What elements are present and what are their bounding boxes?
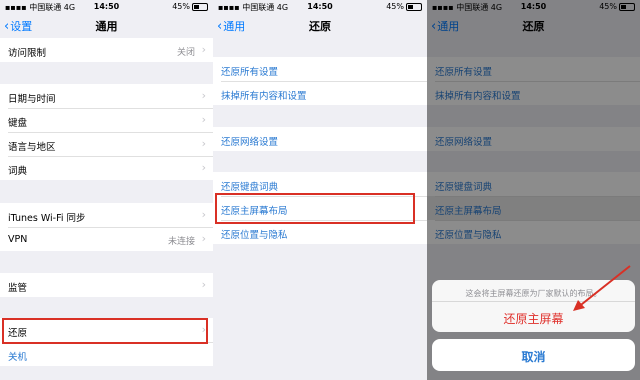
chevron-right-icon: ›: [201, 208, 206, 221]
row-keyboard[interactable]: 键盘 ›: [0, 108, 213, 132]
reset-group: 还原网络设置: [213, 127, 427, 151]
row-label: 还原网络设置: [221, 137, 279, 148]
highlight-box: [2, 318, 208, 344]
row-itunes-wifi-sync[interactable]: iTunes Wi-Fi 同步 ›: [0, 203, 213, 227]
settings-group: iTunes Wi-Fi 同步 › VPN 未连接 ›: [0, 203, 213, 251]
settings-group: 访问限制 关闭 ›: [0, 38, 213, 62]
status-bar: ▪▪▪▪ 中国联通 4G 14:50 45%: [213, 0, 427, 13]
navigation-bar: ‹通用 还原: [213, 14, 427, 38]
page-title: 还原: [309, 20, 331, 33]
annotation-arrow-icon: [573, 265, 631, 311]
row-dictionary[interactable]: 词典 ›: [0, 156, 213, 180]
row-restrictions[interactable]: 访问限制 关闭 ›: [0, 38, 213, 62]
row-reset-all-settings[interactable]: 还原所有设置: [213, 57, 427, 81]
chevron-right-icon: ›: [201, 43, 206, 56]
row-label: 还原所有设置: [221, 67, 279, 78]
row-date-time[interactable]: 日期与时间 ›: [0, 84, 213, 108]
row-supervision[interactable]: 监管 ›: [0, 273, 213, 297]
row-label: VPN: [8, 234, 28, 245]
page-title: 通用: [95, 20, 118, 33]
row-value: 未连接: [167, 237, 195, 247]
chevron-right-icon: ›: [201, 89, 206, 102]
row-label: iTunes Wi-Fi 同步: [8, 213, 86, 224]
row-label: 词典: [8, 166, 28, 177]
highlight-box: [215, 193, 415, 224]
row-vpn[interactable]: VPN 未连接 ›: [0, 227, 213, 251]
chevron-right-icon: ›: [201, 232, 206, 245]
settings-general-screen: ▪▪▪▪ 中国联通 4G 14:50 45% ‹设置 通用 访问限制 关闭 › 日期…: [0, 0, 213, 380]
battery-percent: 45%: [172, 2, 190, 11]
row-shutdown[interactable]: 关机: [0, 342, 213, 366]
row-label: 日期与时间: [8, 94, 56, 105]
navigation-bar: ‹设置 通用: [0, 14, 213, 38]
row-label: 关机: [8, 352, 28, 363]
row-language-region[interactable]: 语言与地区 ›: [0, 132, 213, 156]
row-label: 语言与地区: [8, 142, 56, 153]
row-label: 监管: [8, 283, 28, 294]
row-label: 还原键盘词典: [221, 182, 279, 193]
row-label: 抹掉所有内容和设置: [221, 91, 307, 102]
status-bar: ▪▪▪▪ 中国联通 4G 14:50 45%: [0, 0, 213, 13]
reset-confirm-screen: ▪▪▪▪ 中国联通 4G 14:50 45% ‹通用 还原 还原所有设置 抹掉所…: [427, 0, 640, 380]
row-label: 键盘: [8, 118, 28, 129]
row-erase-all[interactable]: 抹掉所有内容和设置: [213, 81, 427, 105]
row-label: 访问限制: [8, 48, 47, 59]
reset-screen: ▪▪▪▪ 中国联通 4G 14:50 45% ‹通用 还原 还原所有设置 抹掉所…: [213, 0, 427, 380]
row-reset-network[interactable]: 还原网络设置: [213, 127, 427, 151]
settings-group: 监管 ›: [0, 273, 213, 297]
chevron-right-icon: ›: [201, 161, 206, 174]
settings-group: 日期与时间 › 键盘 › 语言与地区 › 词典 ›: [0, 84, 213, 180]
battery-icon: [406, 2, 422, 11]
battery-icon: [192, 2, 208, 11]
row-value: 关闭: [176, 48, 195, 58]
chevron-right-icon: ›: [201, 137, 206, 150]
chevron-right-icon: ›: [201, 113, 206, 126]
reset-group: 还原所有设置 抹掉所有内容和设置: [213, 57, 427, 105]
chevron-right-icon: ›: [201, 278, 206, 291]
battery-percent: 45%: [386, 2, 404, 11]
row-label: 还原位置与隐私: [221, 230, 288, 241]
